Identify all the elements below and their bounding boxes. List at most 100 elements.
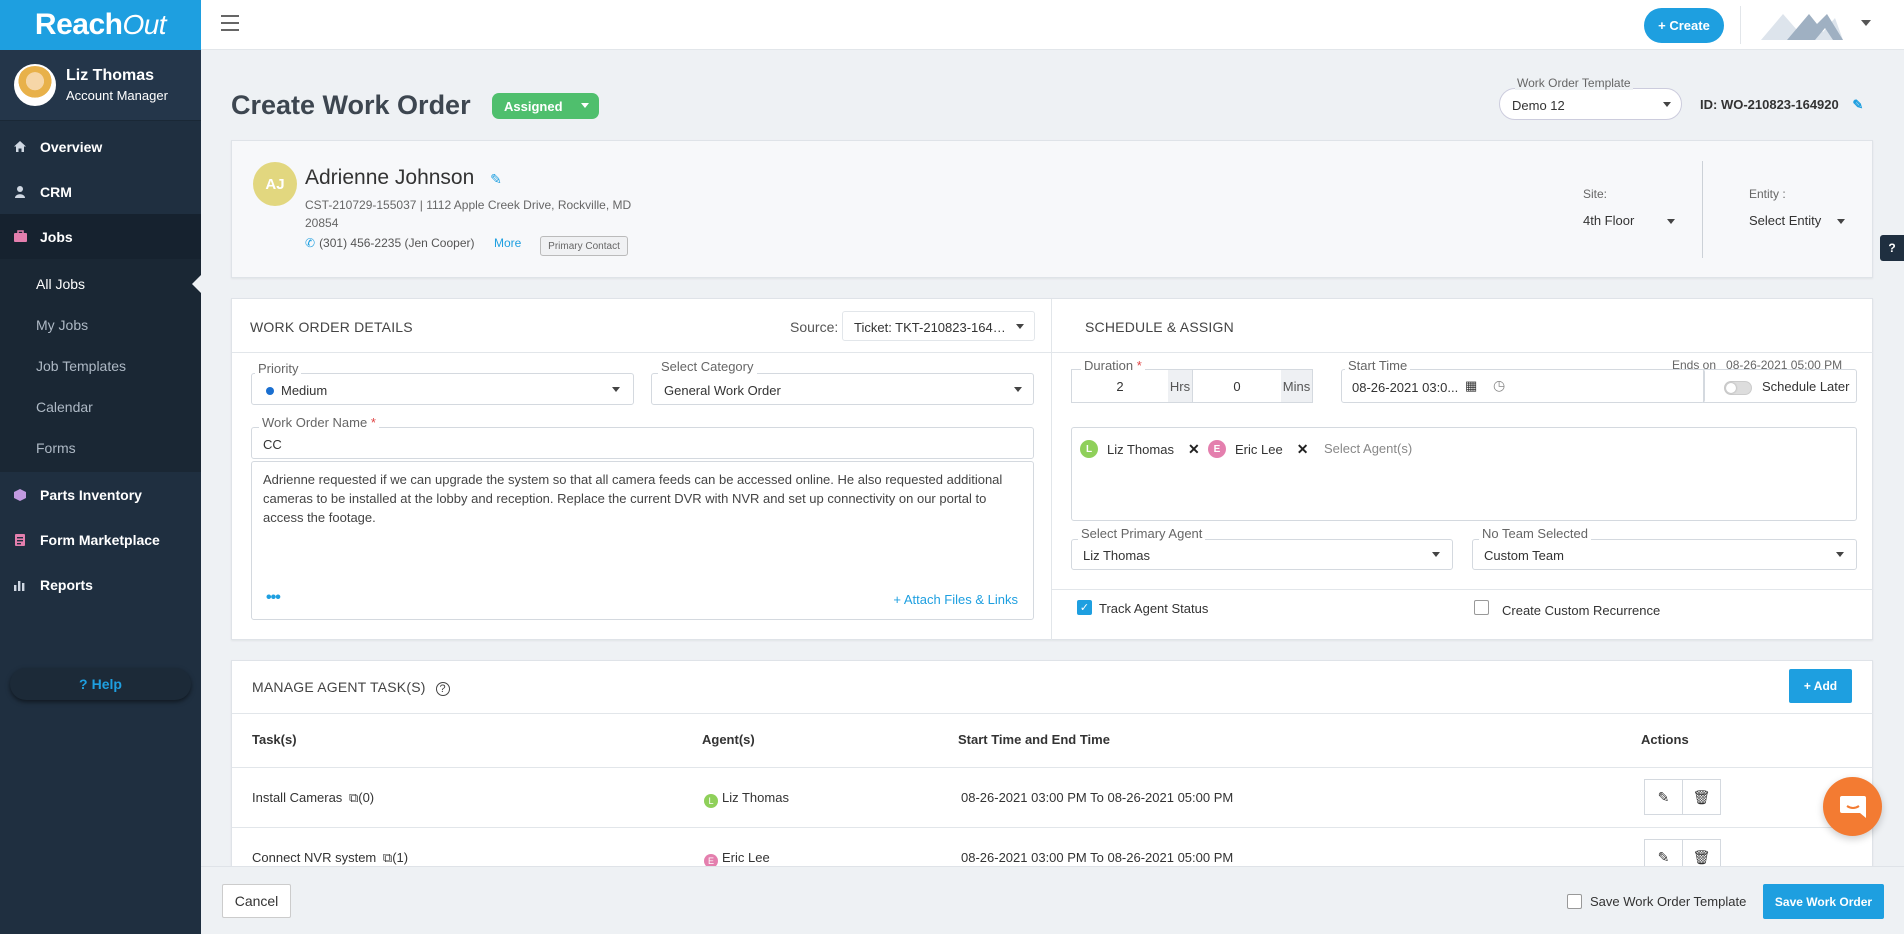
sidebar-item-parts-inventory[interactable]: Parts Inventory xyxy=(0,472,201,517)
clock-icon[interactable]: ◷ xyxy=(1493,377,1505,394)
sidebar-subitem-job-templates[interactable]: Job Templates xyxy=(0,345,201,386)
chat-launcher[interactable] xyxy=(1823,777,1882,836)
edit-pencil-icon[interactable]: ✎ xyxy=(1852,97,1863,112)
team-select[interactable]: Custom Team xyxy=(1472,539,1857,570)
save-template-checkbox[interactable] xyxy=(1567,894,1582,909)
help-button[interactable]: ? Help xyxy=(10,668,191,700)
source-select[interactable]: Ticket: TKT-210823-164… xyxy=(842,311,1035,341)
custom-recurrence-checkbox[interactable] xyxy=(1474,600,1489,615)
divider xyxy=(1052,352,1873,353)
calendar-icon[interactable]: ▦ xyxy=(1465,378,1477,394)
trash-icon: 🗑 xyxy=(1692,788,1711,805)
briefcase-icon xyxy=(12,229,28,245)
sidebar-item-label: Parts Inventory xyxy=(40,486,142,503)
sidebar-item-jobs[interactable]: Jobs xyxy=(0,214,201,259)
home-icon xyxy=(12,139,28,155)
priority-value: Medium xyxy=(281,383,328,398)
sidebar-subitem-calendar[interactable]: Calendar xyxy=(0,386,201,427)
topbar: + Create xyxy=(201,0,1904,50)
sidebar-item-overview[interactable]: Overview xyxy=(0,124,201,169)
brand-logo[interactable]: Reach Out xyxy=(0,0,201,50)
attach-files-link[interactable]: + Attach Files & Links xyxy=(893,592,1018,607)
save-work-order-button[interactable]: Save Work Order xyxy=(1763,884,1884,919)
hamburger-menu-icon[interactable] xyxy=(221,15,239,31)
template-select[interactable]: Demo 12 xyxy=(1499,88,1682,120)
sidebar-item-label: Overview xyxy=(40,138,103,155)
priority-value-wrap: Medium xyxy=(266,383,327,398)
brand-name-part1: Reach xyxy=(34,8,123,41)
toggle-switch[interactable] xyxy=(1724,381,1752,395)
sidebar-item-form-marketplace[interactable]: Form Marketplace xyxy=(0,517,201,562)
start-time-input[interactable]: 08-26-2021 03:0... ▦ ◷ xyxy=(1341,369,1705,403)
customer-phone[interactable]: ✆ (301) 456-2235 (Jen Cooper) xyxy=(305,236,475,250)
category-select[interactable]: General Work Order xyxy=(651,373,1034,405)
duration-mins-input[interactable]: 0 xyxy=(1193,369,1282,403)
save-template-label: Save Work Order Template xyxy=(1590,894,1747,909)
entity-label: Entity : xyxy=(1749,187,1786,201)
cancel-button[interactable]: Cancel xyxy=(222,884,291,918)
chevron-down-icon xyxy=(1667,219,1675,224)
chevron-down-icon[interactable] xyxy=(1861,20,1871,26)
agent-chip: L Liz Thomas ✕ xyxy=(1080,440,1200,458)
edit-task-button[interactable]: ✎ xyxy=(1644,779,1683,815)
tasks-section-title: MANAGE AGENT TASK(S) ? xyxy=(252,679,450,696)
entity-value: Select Entity xyxy=(1749,213,1822,228)
remove-icon[interactable]: ✕ xyxy=(1297,441,1309,458)
priority-select[interactable]: Medium xyxy=(251,373,634,405)
help-circle-icon[interactable]: ? xyxy=(435,682,450,696)
avatar xyxy=(14,64,56,106)
work-order-name-label-text: Work Order Name xyxy=(262,415,368,430)
more-options-icon[interactable]: ••• xyxy=(266,589,281,607)
sidebar-nav: Overview CRM Jobs All Jobs My Jobs Job T… xyxy=(0,124,201,607)
agents-placeholder[interactable]: Select Agent(s) xyxy=(1324,441,1412,456)
agents-multiselect[interactable]: L Liz Thomas ✕ E Eric Lee ✕ Select Agent… xyxy=(1071,427,1857,521)
work-order-name-input[interactable]: CC xyxy=(251,427,1034,459)
form-icon xyxy=(12,532,28,548)
task-agent: Eric Lee xyxy=(722,850,770,865)
work-order-id-text: ID: WO-210823-164920 xyxy=(1700,97,1839,112)
sidebar-subitem-my-jobs[interactable]: My Jobs xyxy=(0,304,201,345)
phone-icon: ✆ xyxy=(305,236,316,250)
add-task-button[interactable]: + Add xyxy=(1789,669,1852,703)
edit-pencil-icon[interactable]: ✎ xyxy=(490,171,502,187)
question-icon: ? xyxy=(1888,241,1896,255)
jobs-submenu: All Jobs My Jobs Job Templates Calendar … xyxy=(0,259,201,472)
sidebar-subitem-forms[interactable]: Forms xyxy=(0,427,201,468)
duration-hours-input[interactable]: 2 xyxy=(1071,369,1169,403)
column-header-actions: Actions xyxy=(1641,732,1689,747)
company-logo[interactable] xyxy=(1757,8,1845,42)
copy-icon[interactable]: ⧉ xyxy=(383,850,392,865)
duration-label: Duration * xyxy=(1081,358,1145,373)
entity-select[interactable]: Select Entity xyxy=(1749,213,1845,228)
user-profile[interactable]: Liz Thomas Account Manager xyxy=(0,50,201,121)
sidebar-item-reports[interactable]: Reports xyxy=(0,562,201,607)
copy-icon[interactable]: ⧉ xyxy=(349,790,358,805)
remove-icon[interactable]: ✕ xyxy=(1188,441,1200,458)
agent-avatar: E xyxy=(1208,440,1226,458)
agent-avatar: L xyxy=(704,794,718,808)
schedule-later-label: Schedule Later xyxy=(1762,379,1850,394)
brand-name-part2: Out xyxy=(122,9,167,40)
sidebar-subitem-all-jobs[interactable]: All Jobs xyxy=(0,263,201,304)
delete-task-button[interactable]: 🗑 xyxy=(1682,779,1721,815)
sidebar-item-crm[interactable]: CRM xyxy=(0,169,201,214)
description-textarea[interactable]: Adrienne requested if we can upgrade the… xyxy=(251,461,1034,620)
task-time: 08-26-2021 03:00 PM To 08-26-2021 05:00 … xyxy=(961,790,1234,805)
site-select[interactable]: 4th Floor xyxy=(1583,213,1675,228)
schedule-later-toggle[interactable]: Schedule Later xyxy=(1703,369,1857,403)
more-link[interactable]: More xyxy=(494,236,521,250)
help-side-tab[interactable]: ? xyxy=(1880,235,1904,261)
status-dropdown[interactable]: Assigned xyxy=(492,93,599,119)
sidebar-item-label: Form Marketplace xyxy=(40,531,160,548)
task-name: Install Cameras xyxy=(252,790,343,805)
task-time: 08-26-2021 03:00 PM To 08-26-2021 05:00 … xyxy=(961,850,1234,865)
divider xyxy=(1052,589,1873,590)
primary-agent-select[interactable]: Liz Thomas xyxy=(1071,539,1453,570)
column-header-agents: Agent(s) xyxy=(702,732,755,747)
track-agent-status-checkbox[interactable]: ✓ xyxy=(1077,600,1092,615)
edit-pencil-icon: ✎ xyxy=(1657,788,1670,805)
create-button[interactable]: + Create xyxy=(1644,8,1724,43)
customer-address: CST-210729-155037 | 1112 Apple Creek Dri… xyxy=(305,198,632,230)
user-role: Account Manager xyxy=(66,88,168,103)
custom-recurrence-label: Create Custom Recurrence xyxy=(1502,603,1661,618)
